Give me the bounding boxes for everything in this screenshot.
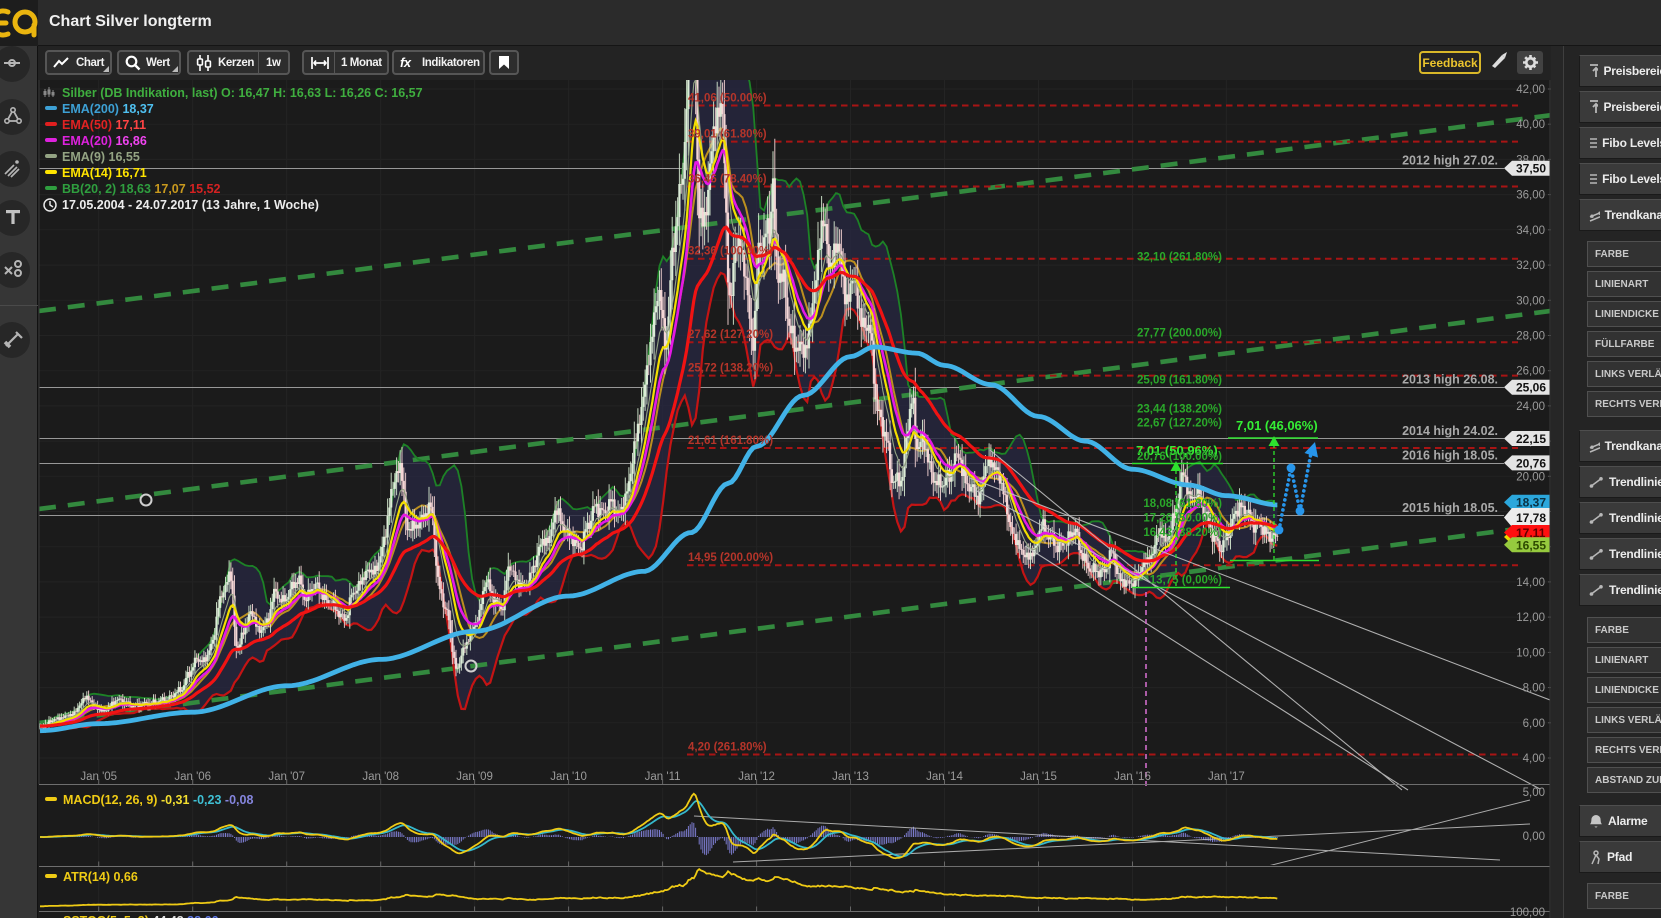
svg-text:17,78: 17,78 — [1516, 511, 1546, 525]
svg-text:7,01 (46,06%): 7,01 (46,06%) — [1236, 418, 1318, 433]
svg-text:24,00: 24,00 — [1516, 401, 1545, 413]
svg-text:EMA(14) 16,71: EMA(14) 16,71 — [62, 166, 147, 180]
svg-text:23,44 (138.20%): 23,44 (138.20%) — [1137, 404, 1222, 416]
svg-text:42,00: 42,00 — [1516, 84, 1545, 96]
svg-text:27,77 (200.00%): 27,77 (200.00%) — [1137, 328, 1222, 340]
svg-text:4,00: 4,00 — [1523, 753, 1545, 765]
svg-text:25,06: 25,06 — [1516, 381, 1546, 395]
svg-text:2013 high 26.08.: 2013 high 26.08. — [1402, 373, 1498, 387]
svg-text:12,00: 12,00 — [1516, 612, 1545, 624]
svg-text:16,55: 16,55 — [1516, 538, 1546, 552]
svg-text:32,10 (261.80%): 32,10 (261.80%) — [1137, 251, 1222, 263]
svg-text:14,00: 14,00 — [1516, 577, 1545, 589]
svg-text:21,61 (161.80%): 21,61 (161.80%) — [688, 435, 773, 447]
svg-text:32,36 (100.00%): 32,36 (100.00%) — [688, 246, 773, 258]
svg-text:36,00: 36,00 — [1516, 190, 1545, 202]
svg-text:10,00: 10,00 — [1516, 647, 1545, 659]
svg-text:30,00: 30,00 — [1516, 295, 1545, 307]
svg-text:39,01 (61.80%): 39,01 (61.80%) — [688, 129, 767, 141]
svg-text:EMA(20) 16,86: EMA(20) 16,86 — [62, 134, 147, 148]
svg-text:20,76: 20,76 — [1516, 456, 1546, 470]
svg-text:18,37: 18,37 — [1516, 496, 1546, 510]
svg-text:25,09 (161.80%): 25,09 (161.80%) — [1137, 375, 1222, 387]
svg-text:13,75 (0,00%): 13,75 (0,00%) — [1150, 574, 1222, 586]
svg-text:2015 high 18.05.: 2015 high 18.05. — [1402, 501, 1498, 515]
svg-text:2016 high 18.05.: 2016 high 18.05. — [1402, 448, 1498, 462]
svg-text:4,20 (261.80%): 4,20 (261.80%) — [688, 742, 767, 754]
svg-text:16,43 (38.20%): 16,43 (38.20%) — [1143, 527, 1222, 539]
svg-text:27,62 (127.20%): 27,62 (127.20%) — [688, 329, 773, 341]
svg-text:8,00: 8,00 — [1523, 683, 1545, 695]
svg-text:22,15: 22,15 — [1516, 432, 1546, 446]
svg-text:EMA(9) 16,55: EMA(9) 16,55 — [62, 150, 140, 164]
svg-text:37,50: 37,50 — [1516, 162, 1546, 176]
svg-text:20,76 (100.00%): 20,76 (100.00%) — [1137, 451, 1222, 463]
svg-text:MACD(12, 26, 9) -0,31 -0,23: MACD(12, 26, 9) -0,31 -0,23 -0,08 — [63, 793, 253, 807]
svg-text:34,00: 34,00 — [1516, 225, 1545, 237]
svg-text:EMA(200) 18,37: EMA(200) 18,37 — [62, 102, 154, 116]
svg-text:25,72 (138.20%): 25,72 (138.20%) — [688, 363, 773, 375]
svg-text:5,00: 5,00 — [1523, 787, 1545, 799]
svg-text:6,00: 6,00 — [1523, 718, 1545, 730]
svg-text:26,00: 26,00 — [1516, 366, 1545, 378]
svg-text:100,00: 100,00 — [1510, 907, 1545, 918]
svg-text:22,67 (127.20%): 22,67 (127.20%) — [1137, 417, 1222, 429]
svg-text:28,00: 28,00 — [1516, 331, 1545, 343]
svg-text:36,46 (78.40%): 36,46 (78.40%) — [688, 174, 767, 186]
svg-text:SSTOC(5, 5, 3) 44,43 38,66: SSTOC(5, 5, 3) 44,43 38,66 — [63, 914, 218, 918]
svg-text:fx: fx — [400, 55, 412, 70]
svg-text:BB(20, 2) 18,63 17,07 15,52: BB(20, 2) 18,63 17,07 15,52 — [62, 182, 221, 196]
svg-text:14,95 (200.00%): 14,95 (200.00%) — [688, 552, 773, 564]
svg-text:41,06 (50.00%): 41,06 (50.00%) — [688, 93, 767, 105]
svg-text:2014 high 24.02.: 2014 high 24.02. — [1402, 424, 1498, 438]
svg-text:17.05.2004 - 24.07.2017 (13: 17.05.2004 - 24.07.2017 (13 Jahre, 1 Woc… — [62, 198, 319, 212]
svg-text:2012 high 27.02.: 2012 high 27.02. — [1402, 154, 1498, 168]
svg-text:32,00: 32,00 — [1516, 260, 1545, 272]
svg-text:0,00: 0,00 — [1523, 831, 1545, 843]
svg-text:Silber (DB Indikation, last): Silber (DB Indikation, last) O: 16,47 H:… — [62, 86, 423, 100]
svg-text:17,26 (50.00%): 17,26 (50.00%) — [1143, 513, 1222, 525]
svg-text:ATR(14) 0,66: ATR(14) 0,66 — [63, 870, 138, 884]
svg-text:20,00: 20,00 — [1516, 471, 1545, 483]
svg-text:18,08 (61.80%): 18,08 (61.80%) — [1143, 498, 1222, 510]
svg-text:EMA(50) 17,11: EMA(50) 17,11 — [62, 118, 146, 132]
svg-text:40,00: 40,00 — [1516, 119, 1545, 131]
